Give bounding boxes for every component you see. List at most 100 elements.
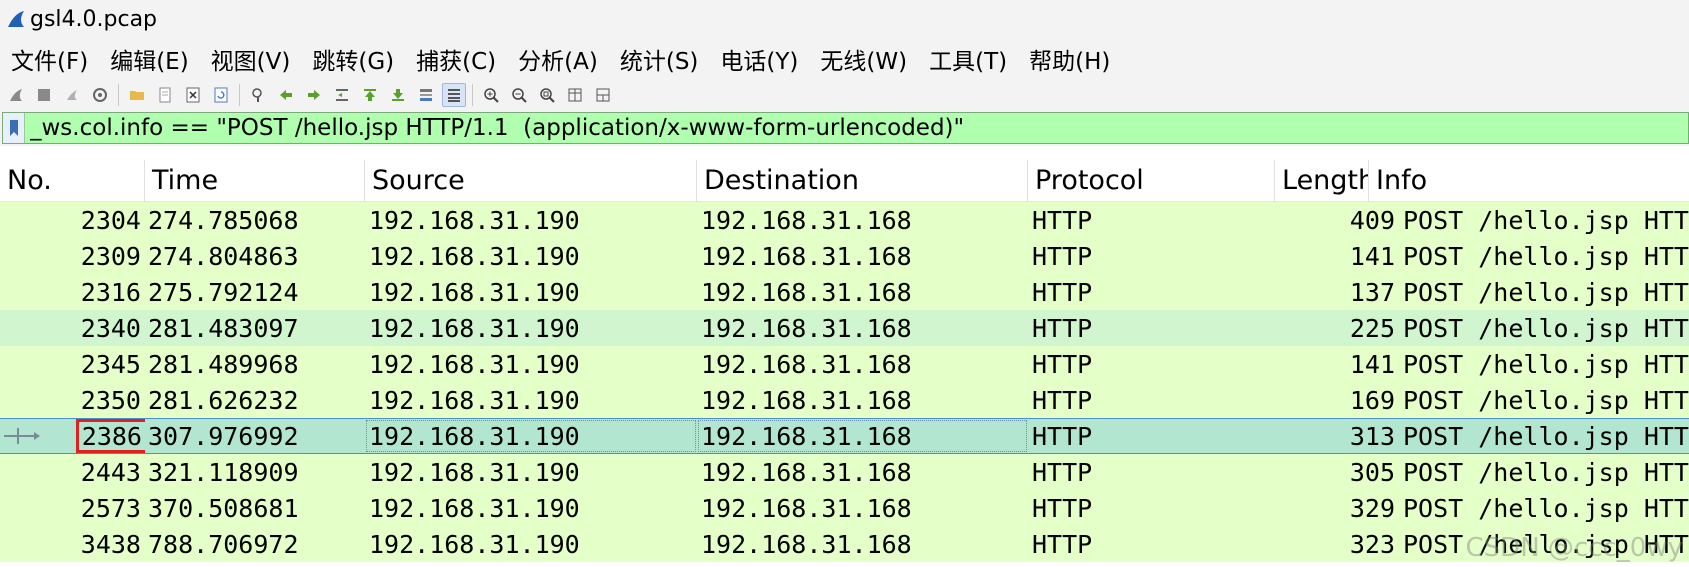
go-back-icon[interactable] [274,83,298,107]
menu-file[interactable]: 文件(F) [0,38,99,80]
menu-go[interactable]: 跳转(G) [301,38,405,80]
cell-protocol: HTTP [1032,385,1093,415]
colorize-icon[interactable] [442,83,466,107]
menu-capture[interactable]: 捕获(C) [405,38,507,80]
layout-icon[interactable] [591,83,615,107]
display-filter-bar [0,110,1689,146]
cell-no: 2443 [80,457,141,487]
zoom-out-icon[interactable] [507,83,531,107]
table-row[interactable]: 2316 275.792124 192.168.31.190 192.168.31.1… [0,274,1689,310]
cell-destination: 192.168.31.168 [701,313,912,343]
window-title: gsl4.0.pcap [30,6,158,32]
find-packet-icon[interactable] [246,83,270,107]
table-row[interactable]: 2340 281.483097 192.168.31.190 192.168.31.1… [0,310,1689,346]
cell-protocol: HTTP [1032,349,1093,379]
go-forward-icon[interactable] [302,83,326,107]
reload-file-icon[interactable] [209,83,233,107]
cell-destination: 192.168.31.168 [701,349,912,379]
cell-info: POST /hello.jsp HTTP [1403,493,1689,523]
cell-source: 192.168.31.190 [369,205,580,235]
column-header-length[interactable]: Length [1275,159,1369,202]
table-row[interactable]: 2443 321.118909 192.168.31.190 192.168.31.1… [0,454,1689,490]
menu-statistics[interactable]: 统计(S) [609,38,710,80]
menu-telephony[interactable]: 电话(Y) [709,38,809,80]
menu-help[interactable]: 帮助(H) [1018,38,1121,80]
zoom-normal-icon[interactable] [535,83,559,107]
table-row[interactable]: 2304 274.785068 192.168.31.190 192.168.31.1… [0,202,1689,238]
cell-source: 192.168.31.190 [369,493,580,523]
table-row-selected[interactable]: 2386 307.976992 192.168.31.190 192.168.31.1… [0,418,1689,454]
cell-length: 305 [1349,457,1395,487]
cell-destination: 192.168.31.168 [701,493,912,523]
zoom-in-icon[interactable] [479,83,503,107]
cell-info: POST /hello.jsp HTTP [1403,277,1689,307]
cell-length: 225 [1349,313,1395,343]
save-file-icon[interactable] [153,83,177,107]
capture-options-icon[interactable] [88,83,112,107]
cell-length: 137 [1349,277,1395,307]
cell-protocol: HTTP [1032,241,1093,271]
cell-source: 192.168.31.190 [369,385,580,415]
resize-columns-icon[interactable] [563,83,587,107]
table-row[interactable]: 2345 281.489968 192.168.31.190 192.168.31.1… [0,346,1689,382]
wireshark-fin-icon [4,7,28,31]
highlighted-packet-number: 2386 [75,419,145,453]
menu-edit[interactable]: 编辑(E) [99,38,199,80]
toolbar-separator [472,84,473,106]
go-last-icon[interactable] [386,83,410,107]
cell-length: 141 [1349,349,1395,379]
toolbar-separator [118,84,119,106]
restart-capture-icon[interactable] [60,83,84,107]
cell-no: 2340 [80,313,141,343]
go-first-icon[interactable] [358,83,382,107]
cell-length: 329 [1349,493,1395,523]
display-filter-input[interactable] [25,115,1625,141]
table-row[interactable]: 3438 788.706972 192.168.31.190 192.168.31.1… [0,526,1689,562]
cell-time: 274.804863 [148,241,299,271]
cell-no: 3438 [80,529,141,559]
cell-source: 192.168.31.190 [369,241,580,271]
cell-protocol: HTTP [1032,457,1093,487]
cell-source: 192.168.31.190 [369,349,580,379]
cell-info: POST /hello.jsp HTTP [1403,421,1689,451]
bookmark-icon[interactable] [3,113,25,143]
cell-time: 788.706972 [148,529,299,559]
menu-tools[interactable]: 工具(T) [918,38,1018,80]
close-file-icon[interactable] [181,83,205,107]
cell-no: 2350 [80,385,141,415]
column-header-source[interactable]: Source [365,159,697,202]
table-row[interactable]: 2573 370.508681 192.168.31.190 192.168.31.1… [0,490,1689,526]
cell-length: 169 [1349,385,1395,415]
watermark: CSDN @ccc_0wy [1465,533,1683,563]
cell-info: POST /hello.jsp HTTP [1403,241,1689,271]
cell-no: 2345 [80,349,141,379]
cell-destination: 192.168.31.168 [701,241,912,271]
cell-protocol: HTTP [1032,493,1093,523]
cell-no: 2304 [80,205,141,235]
cell-protocol: HTTP [1032,529,1093,559]
menu-analyze[interactable]: 分析(A) [507,38,609,80]
menu-wireless[interactable]: 无线(W) [809,38,918,80]
cell-time: 321.118909 [148,457,299,487]
cell-length: 141 [1349,241,1395,271]
main-toolbar [0,80,1689,110]
cell-destination: 192.168.31.168 [697,419,1028,453]
auto-scroll-icon[interactable] [414,83,438,107]
open-file-icon[interactable] [125,83,149,107]
cell-no: 2316 [80,277,141,307]
cell-destination: 192.168.31.168 [701,529,912,559]
column-header-protocol[interactable]: Protocol [1028,159,1275,202]
title-bar: gsl4.0.pcap [0,0,1689,38]
column-header-destination[interactable]: Destination [697,159,1028,202]
menu-view[interactable]: 视图(V) [200,38,302,80]
go-to-packet-icon[interactable] [330,83,354,107]
shark-fin-start-icon[interactable] [4,83,28,107]
cell-source: 192.168.31.190 [369,277,580,307]
cell-time: 274.785068 [148,205,299,235]
table-row[interactable]: 2309 274.804863 192.168.31.190 192.168.31.1… [0,238,1689,274]
column-header-time[interactable]: Time [145,159,365,202]
column-header-info[interactable]: Info [1369,160,1689,202]
column-header-no[interactable]: No. [0,159,145,202]
stop-capture-icon[interactable] [32,83,56,107]
table-row[interactable]: 2350 281.626232 192.168.31.190 192.168.31.1… [0,382,1689,418]
